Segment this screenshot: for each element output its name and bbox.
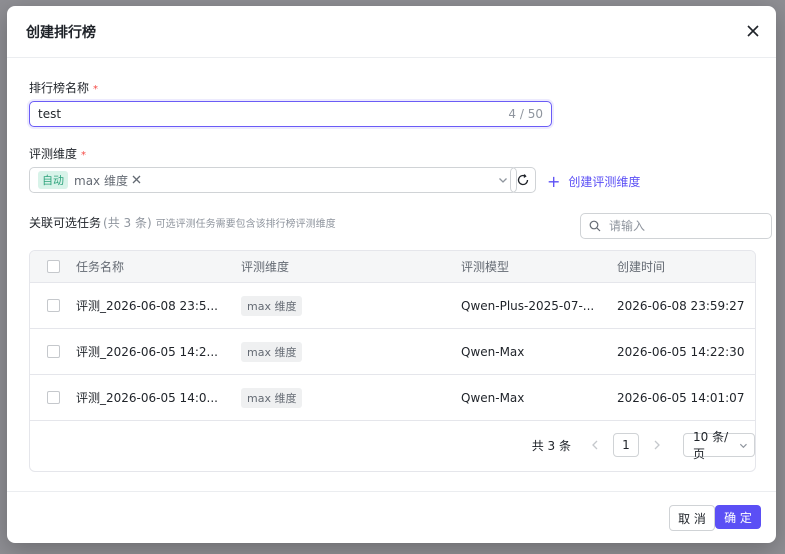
col-task-name: 任务名称: [76, 260, 125, 274]
modal-header: 创建排行榜: [7, 6, 776, 58]
pagination-total: 共 3 条: [531, 438, 571, 453]
tasks-header: 关联可选任务 (共 3 条) 可选评测任务需要包含该排行榜评测维度: [29, 214, 336, 231]
name-label-text: 排行榜名称: [29, 81, 90, 95]
row-checkbox[interactable]: [47, 391, 60, 404]
table-row[interactable]: 评测_2026-06-05 14:2... max 维度 Qwen-Max 20…: [30, 329, 755, 375]
select-all-checkbox[interactable]: [47, 260, 60, 273]
created-time: 2026-06-05 14:22:30: [617, 344, 745, 359]
required-mark: *: [81, 150, 87, 161]
tasks-table: 任务名称 评测维度 评测模型 创建时间 评测_2026-06-08 23:5..…: [29, 250, 756, 472]
leaderboard-name-input[interactable]: test 4 / 50: [29, 101, 552, 127]
model: Qwen-Plus-2025-07-...: [461, 298, 595, 313]
name-char-count: 4 / 50: [508, 107, 543, 121]
next-page-icon[interactable]: [645, 433, 669, 457]
row-checkbox-cell: [47, 375, 60, 420]
col-created-time: 创建时间: [617, 260, 666, 274]
dimension-chip: max 维度: [241, 341, 303, 362]
dim-label: 评测维度 *: [29, 145, 86, 162]
modal-title: 创建排行榜: [26, 25, 96, 41]
search-icon: [589, 220, 601, 232]
dimension-tag: max 维度: [74, 172, 141, 189]
name-input-value: test: [38, 107, 62, 121]
row-checkbox-cell: [47, 283, 60, 328]
dim-cell: max 维度: [241, 329, 303, 374]
table-row[interactable]: 评测_2026-06-08 23:5... max 维度 Qwen-Plus-2…: [30, 283, 755, 329]
tag-close-icon[interactable]: [132, 173, 141, 187]
chevron-down-icon: [498, 174, 508, 188]
table-header: 任务名称 评测维度 评测模型 创建时间: [30, 251, 755, 283]
required-mark: *: [93, 84, 99, 95]
task-name: 评测_2026-06-05 14:0...: [76, 391, 218, 405]
created-time: 2026-06-08 23:59:27: [617, 298, 745, 313]
col-model: 评测模型: [461, 260, 510, 274]
model: Qwen-Max: [461, 344, 525, 359]
create-leaderboard-modal: 创建排行榜 排行榜名称 * test 4 / 50 评测维度 * 自动 max 维度…: [7, 6, 776, 543]
prev-page-icon[interactable]: [583, 433, 607, 457]
task-name: 评测_2026-06-05 14:2...: [76, 345, 218, 359]
tasks-hint: 可选评测任务需要包含该排行榜评测维度: [155, 219, 336, 230]
confirm-button[interactable]: 确 定: [715, 505, 761, 529]
search-input[interactable]: [607, 218, 751, 234]
modal-footer: 取 消 确 定: [7, 491, 776, 543]
model: Qwen-Max: [461, 390, 525, 405]
dim-cell: max 维度: [241, 375, 303, 420]
task-search[interactable]: [580, 213, 772, 239]
close-icon[interactable]: [742, 20, 764, 42]
dim-label-text: 评测维度: [29, 147, 78, 161]
current-page[interactable]: 1: [613, 433, 639, 457]
refresh-button[interactable]: [510, 167, 536, 193]
select-all-cell: [47, 251, 60, 282]
chevron-down-icon: [740, 443, 748, 448]
row-checkbox-cell: [47, 329, 60, 374]
page-size-select[interactable]: 10 条/页: [683, 430, 755, 461]
dim-cell: max 维度: [241, 283, 303, 328]
plus-icon: +: [547, 171, 561, 191]
created-time: 2026-06-05 14:01:07: [617, 390, 745, 405]
dimension-chip: max 维度: [241, 295, 303, 316]
tasks-count: (共 3 条): [103, 216, 152, 230]
task-name: 评测_2026-06-08 23:5...: [76, 299, 218, 313]
pagination: 共 3 条 1 10 条/页: [531, 430, 755, 461]
auto-tag: 自动: [38, 171, 68, 189]
eval-dimension-select[interactable]: 自动 max 维度: [29, 167, 517, 193]
create-dimension-label: 创建评测维度: [568, 175, 641, 189]
table-row[interactable]: 评测_2026-06-05 14:0... max 维度 Qwen-Max 20…: [30, 375, 755, 421]
name-label: 排行榜名称 *: [29, 79, 98, 96]
tasks-title: 关联可选任务: [29, 216, 102, 230]
row-checkbox[interactable]: [47, 345, 60, 358]
cancel-button[interactable]: 取 消: [669, 505, 715, 531]
dimension-chip: max 维度: [241, 387, 303, 408]
create-dimension-link[interactable]: + 创建评测维度: [547, 173, 640, 190]
col-dimension: 评测维度: [241, 260, 290, 274]
page-size-value: 10 条/页: [693, 430, 729, 461]
row-checkbox[interactable]: [47, 299, 60, 312]
refresh-icon: [517, 174, 529, 186]
dimension-tag-label: max 维度: [74, 173, 128, 188]
